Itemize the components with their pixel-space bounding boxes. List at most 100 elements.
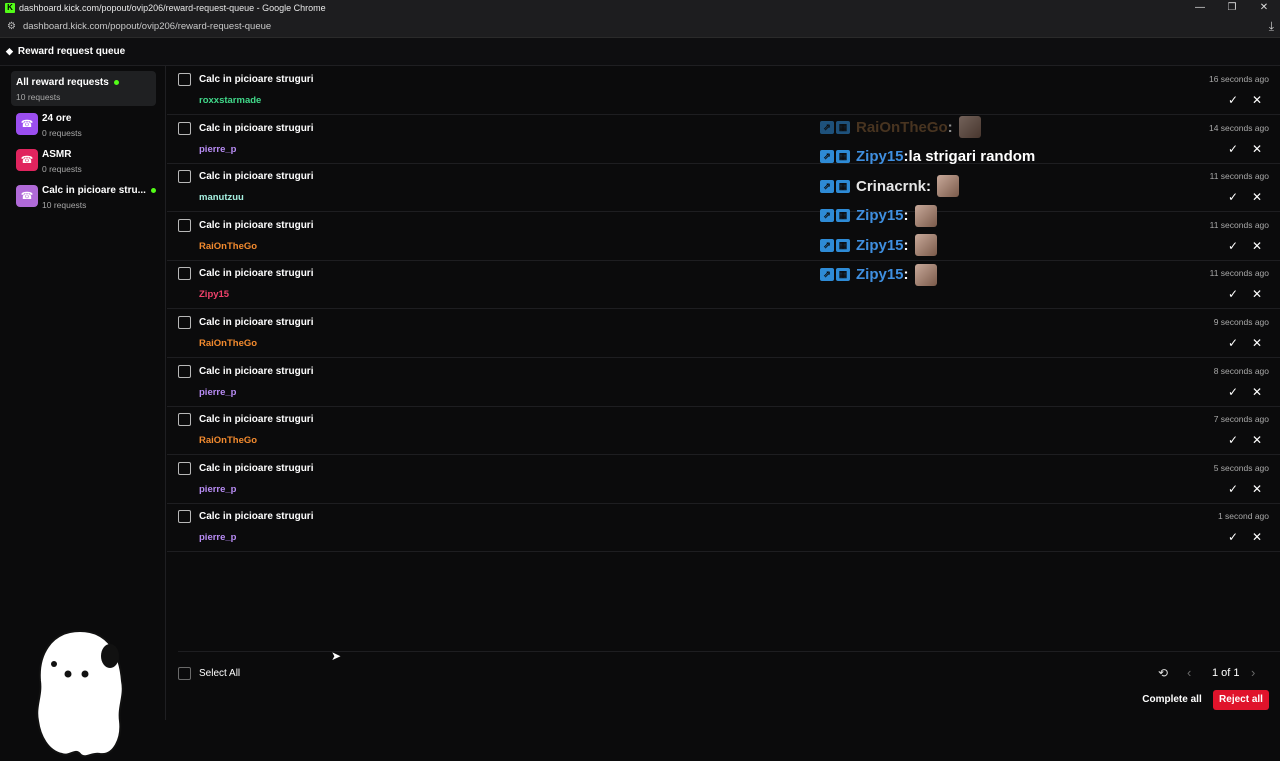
sidebar-item-all-rewards[interactable]: All reward requests 10 requests [11,71,156,106]
accept-icon[interactable]: ✓ [1224,286,1242,302]
divider [178,651,1280,652]
chat-separator: : [903,207,909,224]
chat-message: ⇗ ▦ RaiOnTheGo : [820,115,981,139]
accept-icon[interactable]: ✓ [1224,189,1242,205]
chat-username: Zipy15 [856,148,904,165]
request-username[interactable]: roxxstarmade [199,95,261,106]
site-settings-icon[interactable]: ⚙ [7,21,16,32]
accept-icon[interactable]: ✓ [1224,384,1242,400]
sidebar-item-asmr[interactable]: ☎ ASMR 0 requests [11,149,156,185]
request-checkbox[interactable] [178,267,191,281]
accept-icon[interactable]: ✓ [1224,238,1242,254]
reject-icon[interactable]: ✕ [1248,238,1266,254]
request-username[interactable]: pierre_p [199,144,237,155]
request-username[interactable]: RaiOnTheGo [199,338,257,349]
request-username[interactable]: RaiOnTheGo [199,435,257,446]
request-time: 11 seconds ago [1209,219,1269,230]
request-checkbox[interactable] [178,461,191,475]
request-time: 1 second ago [1217,511,1269,522]
badge-icon: ▦ [836,209,850,222]
emote-icon [914,204,937,227]
request-username[interactable]: RaiOnTheGo [199,241,257,252]
request-username[interactable]: pierre_p [199,484,237,495]
accept-icon[interactable]: ✓ [1224,335,1242,351]
reject-icon[interactable]: ✕ [1248,384,1266,400]
chat-username: RaiOnTheGo [856,118,948,136]
sidebar-item-calc[interactable]: ☎ Calc in picioare stru... 10 requests [11,185,156,221]
chat-separator: : [903,266,909,283]
request-username[interactable]: pierre_p [199,387,237,398]
sidebar-item-count: 0 requests [42,128,82,138]
badge-icon: ▦ [836,238,850,252]
restore-button[interactable]: ❐ [1216,0,1248,16]
badge-icon: ▦ [836,179,850,193]
select-all-label[interactable]: Select All [199,668,240,679]
request-checkbox[interactable] [178,413,191,427]
page-header: ◆ Reward request queue [0,38,1280,66]
request-row: Calc in picioare struguri pierre_p 5 secon… [167,455,1280,504]
ghost-mascot-icon [36,629,124,758]
window-title: dashboard.kick.com/popout/ovip206/reward… [19,3,326,13]
accept-icon[interactable]: ✓ [1224,529,1242,545]
minimize-button[interactable]: — [1184,0,1216,16]
request-row: Calc in picioare struguri RaiOnTheGo 9 sec… [167,309,1280,358]
reject-icon[interactable]: ✕ [1248,189,1266,205]
reject-icon[interactable]: ✕ [1248,529,1266,545]
next-page-button[interactable]: › [1251,665,1255,680]
request-checkbox[interactable] [178,364,191,378]
reject-icon[interactable]: ✕ [1248,92,1266,108]
pagination-label: 1 of 1 [1212,667,1240,679]
chat-message: ⇗ ▦ Zipy15 : [820,263,937,287]
request-username[interactable]: manutzuu [199,192,244,203]
chat-username: Zipy15 [856,236,904,254]
accept-icon[interactable]: ✓ [1224,92,1242,108]
request-checkbox[interactable] [178,218,191,232]
reject-all-button[interactable]: Reject all [1213,690,1269,710]
request-title: Calc in picioare struguri [199,511,314,523]
reject-icon[interactable]: ✕ [1248,335,1266,351]
reject-icon[interactable]: ✕ [1248,286,1266,302]
history-icon[interactable]: ⟲ [1158,666,1168,680]
sidebar: All reward requests 10 requests ☎ 24 ore… [0,66,166,758]
badge-icon: ⇗ [820,120,834,134]
request-checkbox[interactable] [178,170,191,184]
request-title: Calc in picioare struguri [199,219,314,231]
request-checkbox[interactable] [178,316,191,329]
reject-icon[interactable]: ✕ [1248,141,1266,157]
active-dot [150,187,156,193]
request-time: 11 seconds ago [1209,171,1269,182]
reward-icon: ☎ [16,149,38,171]
request-title: Calc in picioare struguri [199,171,314,183]
chat-username: Zipy15 [856,266,904,283]
sidebar-item-24-ore[interactable]: ☎ 24 ore 0 requests [11,113,156,149]
reject-icon[interactable]: ✕ [1248,481,1266,497]
request-checkbox[interactable] [178,73,191,86]
select-all-checkbox[interactable] [178,667,191,680]
badge-icon: ⇗ [820,209,834,222]
url-text[interactable]: dashboard.kick.com/popout/ovip206/reward… [23,21,271,32]
complete-all-button[interactable]: Complete all [1137,690,1207,710]
request-checkbox[interactable] [178,121,191,135]
request-title: Calc in picioare struguri [199,317,314,328]
request-username[interactable]: pierre_p [199,532,237,543]
request-title: Calc in picioare struguri [199,268,314,280]
chat-separator: : [903,236,909,254]
request-time: 14 seconds ago [1208,122,1269,133]
rewards-icon: ◆ [6,46,13,56]
download-icon[interactable]: ⤓ [1269,19,1274,34]
accept-icon[interactable]: ✓ [1224,432,1242,448]
reject-icon[interactable]: ✕ [1248,432,1266,448]
accept-icon[interactable]: ✓ [1224,481,1242,497]
window-controls: — ❐ ✕ [1184,0,1280,16]
accept-icon[interactable]: ✓ [1224,141,1242,157]
active-dot [113,79,119,85]
address-bar[interactable]: ⚙ dashboard.kick.com/popout/ovip206/rewa… [0,16,1280,38]
request-time: 11 seconds ago [1209,268,1269,279]
request-username[interactable]: Zipy15 [199,289,229,300]
close-window-button[interactable]: ✕ [1248,0,1280,16]
sidebar-item-count: 10 requests [42,200,87,210]
badge-icon: ⇗ [820,150,834,163]
prev-page-button[interactable]: ‹ [1187,665,1191,680]
emote-icon [914,263,937,286]
request-checkbox[interactable] [178,510,191,524]
